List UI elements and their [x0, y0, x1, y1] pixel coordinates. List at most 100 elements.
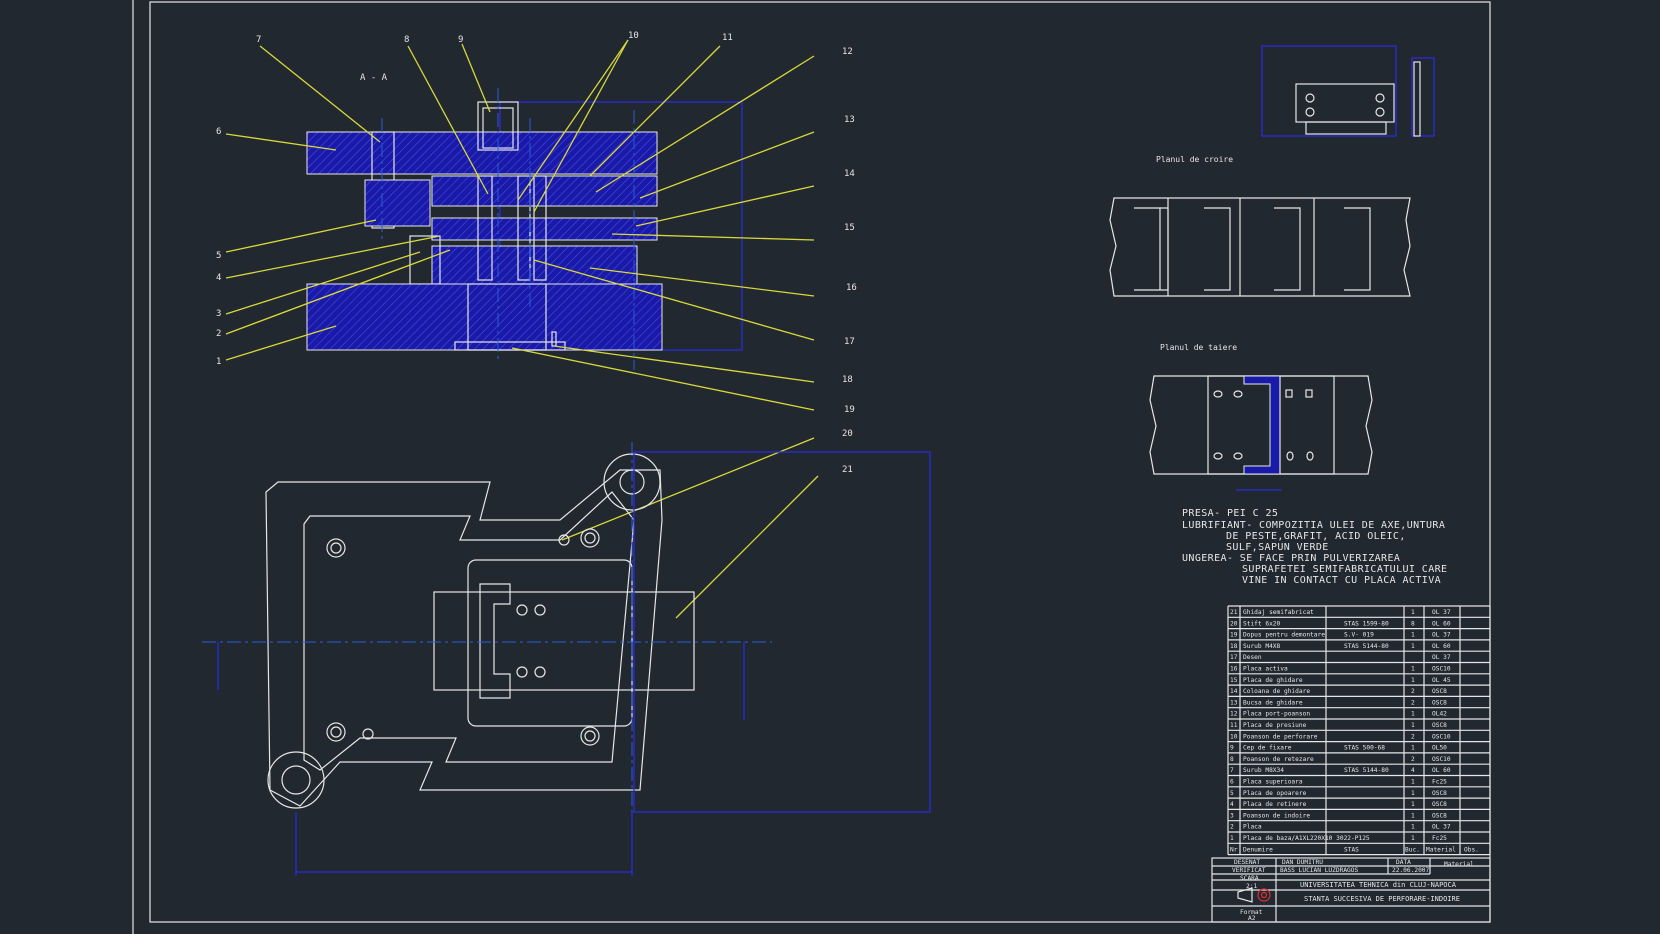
bom-row-number: 4 — [1230, 801, 1234, 808]
bom-row-quantity: 1 — [1411, 643, 1415, 650]
top-plate — [306, 131, 658, 175]
date-label: DATA — [1396, 859, 1411, 866]
bom-header-quantity: Buc. — [1405, 846, 1420, 853]
university-name: UNIVERSITATEA TEHNICA din CLUJ-NAPOCA — [1300, 881, 1457, 889]
bom-row-number: 17 — [1230, 654, 1238, 661]
bom-row-number: 15 — [1230, 677, 1238, 684]
callout-17: 17 — [844, 337, 855, 347]
bom-row-material: OSC8 — [1432, 801, 1447, 808]
bom-row-quantity: 1 — [1411, 812, 1415, 819]
drawn-name: DAN DUMITRU — [1282, 859, 1323, 866]
bom-row-number: 1 — [1230, 835, 1234, 842]
bom-row-name: Poanson de retezare — [1243, 756, 1314, 763]
bom-row-standard: STAS 5144-80 — [1344, 643, 1389, 650]
bom-row-material: OSC10 — [1432, 666, 1451, 673]
bom-row-material: OL 37 — [1432, 654, 1451, 661]
note-lubrication: UNGEREA- SE FACE PRIN PULVERIZAREA — [1182, 553, 1400, 564]
bom-row-material: OL50 — [1432, 745, 1447, 752]
bom-row-number: 18 — [1230, 643, 1238, 650]
part-views: Planul de croire Planul de taiere — [1109, 45, 1435, 491]
bill-of-materials: 21 Ghidaj semifabricat 1 OL 3720 Stift 6x20 S… — [1227, 605, 1491, 856]
bom-row-name: Surub M8X34 — [1243, 767, 1284, 774]
guide-plate — [431, 217, 658, 241]
bom-row-name: Placa de baza/A1XL220X10 3022-P125 — [1243, 835, 1370, 842]
callout-4: 4 — [216, 273, 221, 283]
callout-5: 5 — [216, 251, 221, 261]
bom-row-quantity: 2 — [1411, 733, 1415, 740]
bom-row-material: Fc25 — [1432, 779, 1447, 786]
bom-row-number: 16 — [1230, 666, 1238, 673]
bom-row-number: 2 — [1230, 824, 1234, 831]
material-label: Material — [1444, 861, 1474, 868]
punch-plate — [431, 175, 658, 207]
callout-12: 12 — [842, 47, 853, 57]
bom-row-name: Placa activa — [1243, 666, 1288, 673]
bom-row-quantity: 2 — [1411, 688, 1415, 695]
bom-row-number: 14 — [1230, 688, 1238, 695]
callout-3: 3 — [216, 309, 221, 319]
bom-row-number: 19 — [1230, 632, 1238, 639]
title-block: DESENAT DAN DUMITRU VERIFICAT BASS LUCIA… — [1211, 857, 1491, 923]
bom-row-material: OL 37 — [1432, 824, 1451, 831]
callout-20: 20 — [842, 429, 853, 439]
bom-row-name: Placa de presiune — [1243, 722, 1307, 729]
note-press: PRESA- PEI C 25 — [1182, 508, 1278, 519]
bom-row-material: OL 45 — [1432, 677, 1451, 684]
bom-row-number: 6 — [1230, 779, 1234, 786]
bom-row-number: 11 — [1230, 722, 1238, 729]
checked-name: BASS LUCIAN LUZDRAGOS — [1280, 867, 1359, 874]
pressing-plan-title: Planul de taiere — [1160, 343, 1237, 352]
plan-view — [202, 442, 931, 876]
callout-13: 13 — [844, 115, 855, 125]
bom-row-standard: STAS 1599-80 — [1344, 620, 1389, 627]
bom-row-material: OSC10 — [1432, 756, 1451, 763]
bom-row-material: OL42 — [1432, 711, 1447, 718]
bom-row-name: Placa de ghidare — [1243, 677, 1303, 684]
bom-row-standard: STAS 5144-80 — [1344, 767, 1389, 774]
bom-row-quantity: 1 — [1411, 745, 1415, 752]
callout-16: 16 — [846, 283, 857, 293]
date-value: 22.06.2007 — [1392, 867, 1430, 874]
bom-row-quantity: 2 — [1411, 756, 1415, 763]
bom-header-observations: Obs. — [1464, 846, 1479, 853]
bom-row-quantity: 8 — [1411, 620, 1415, 627]
bom-row-number: 8 — [1230, 756, 1234, 763]
callout-1: 1 — [216, 357, 221, 367]
bom-row-number: 13 — [1230, 699, 1238, 706]
bom-row-number: 7 — [1230, 767, 1234, 774]
bom-row-material: OSC8 — [1432, 699, 1447, 706]
callout-10: 10 — [628, 31, 639, 41]
bom-row-name: Dopus pentru demontare — [1243, 632, 1325, 639]
bom-row-quantity: 1 — [1411, 609, 1415, 616]
bom-row-name: Ghidaj semifabricat — [1243, 609, 1314, 616]
checked-label: VERIFICAT — [1232, 867, 1266, 874]
notes-block: PRESA- PEI C 25 LUBRIFIANT- COMPOZITIA U… — [1182, 508, 1447, 586]
bom-row-material: OSC8 — [1432, 790, 1447, 797]
callout-11: 11 — [722, 33, 733, 43]
callout-14: 14 — [844, 169, 855, 179]
callout-7: 7 — [256, 35, 261, 45]
scale-label: SCARA — [1240, 875, 1259, 882]
bom-row-quantity: 1 — [1411, 790, 1415, 797]
callout-15: 15 — [844, 223, 855, 233]
callout-8: 8 — [404, 35, 409, 45]
bom-row-material: OSC8 — [1432, 688, 1447, 695]
bom-row-name: Surub M4X8 — [1243, 643, 1281, 650]
bom-row-number: 10 — [1230, 733, 1238, 740]
format-value: A2 — [1248, 915, 1256, 922]
note-lubricant-3: SULF,SAPUN VERDE — [1226, 542, 1329, 553]
bom-header-number: Nr — [1230, 846, 1238, 853]
drawing-title: STANTA SUCCESIVA DE PERFORARE-INDOIRE — [1304, 895, 1460, 903]
bom-row-name: Bucsa de ghidare — [1243, 699, 1303, 706]
bom-row-standard: STAS 500-68 — [1344, 745, 1385, 752]
bom-row-material: OL 60 — [1432, 643, 1451, 650]
bom-row-quantity: 2 — [1411, 699, 1415, 706]
bom-row-number: 5 — [1230, 790, 1234, 797]
bom-header-name: Denumire — [1243, 846, 1273, 853]
bom-header-material: Material — [1426, 846, 1456, 853]
bom-row-name: Placa superioara — [1243, 779, 1303, 786]
bom-row-number: 3 — [1230, 812, 1234, 819]
bom-row-material: Fc25 — [1432, 835, 1447, 842]
bom-row-material: OL 60 — [1432, 620, 1451, 627]
bom-row-material: OSC8 — [1432, 812, 1447, 819]
